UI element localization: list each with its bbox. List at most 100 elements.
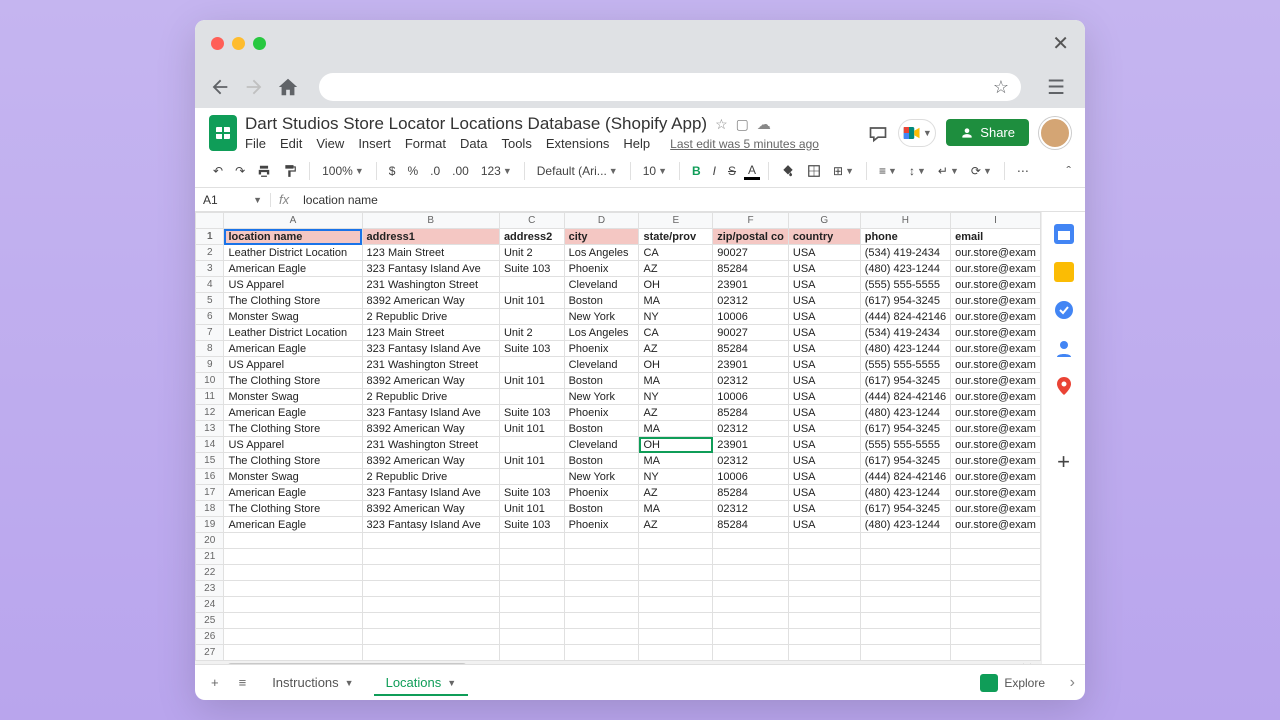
cell[interactable]: 2 Republic Drive <box>362 389 499 405</box>
text-color-icon[interactable]: A <box>744 161 760 180</box>
cell[interactable]: (617) 954-3245 <box>860 453 950 469</box>
cell[interactable]: (534) 419-2434 <box>860 245 950 261</box>
cell[interactable] <box>713 597 789 613</box>
cell[interactable] <box>788 613 860 629</box>
row-header[interactable]: 3 <box>196 261 224 277</box>
cell[interactable] <box>362 565 499 581</box>
italic-icon[interactable]: I <box>709 162 720 180</box>
cell[interactable]: 231 Washington Street <box>362 357 499 373</box>
cell[interactable]: USA <box>788 485 860 501</box>
row-header[interactable]: 18 <box>196 501 224 517</box>
cell[interactable]: American Eagle <box>224 517 362 533</box>
cell[interactable]: (617) 954-3245 <box>860 501 950 517</box>
col-header-C[interactable]: C <box>499 213 564 229</box>
row-header[interactable]: 5 <box>196 293 224 309</box>
share-button[interactable]: Share <box>946 119 1029 146</box>
cell[interactable]: our.store@exam <box>951 453 1041 469</box>
cell[interactable]: 123 Main Street <box>362 325 499 341</box>
row-header[interactable]: 27 <box>196 645 224 661</box>
cell[interactable]: Boston <box>564 421 639 437</box>
row-header[interactable]: 7 <box>196 325 224 341</box>
cell[interactable]: Los Angeles <box>564 245 639 261</box>
side-panel-toggle-icon[interactable]: › <box>1070 674 1075 692</box>
cell[interactable]: OH <box>639 277 713 293</box>
cell[interactable] <box>564 533 639 549</box>
window-max-dot[interactable] <box>253 37 266 50</box>
cloud-status-icon[interactable]: ☁ <box>757 116 771 133</box>
cell[interactable]: US Apparel <box>224 357 362 373</box>
bold-icon[interactable]: B <box>688 162 705 180</box>
bookmark-star-icon[interactable]: ☆ <box>993 77 1009 98</box>
sheets-logo-icon[interactable] <box>209 115 237 151</box>
cell[interactable] <box>499 581 564 597</box>
cell[interactable] <box>499 469 564 485</box>
row-header[interactable]: 26 <box>196 629 224 645</box>
col-header-F[interactable]: F <box>713 213 789 229</box>
col-header-D[interactable]: D <box>564 213 639 229</box>
halign-icon[interactable]: ≡▼ <box>875 162 901 180</box>
cell[interactable] <box>224 629 362 645</box>
cell[interactable] <box>224 581 362 597</box>
cell[interactable]: address1 <box>362 229 499 245</box>
cell[interactable]: our.store@exam <box>951 277 1041 293</box>
cell[interactable]: The Clothing Store <box>224 373 362 389</box>
cell[interactable] <box>564 597 639 613</box>
cell[interactable] <box>499 565 564 581</box>
cell[interactable]: (444) 824-42146 <box>860 389 950 405</box>
cell[interactable] <box>788 581 860 597</box>
cell[interactable]: 85284 <box>713 341 789 357</box>
document-title[interactable]: Dart Studios Store Locator Locations Dat… <box>245 114 707 134</box>
cell[interactable]: 85284 <box>713 485 789 501</box>
cell[interactable] <box>499 613 564 629</box>
row-header[interactable]: 15 <box>196 453 224 469</box>
font-size[interactable]: 10 ▼ <box>639 162 671 180</box>
cell[interactable] <box>713 645 789 661</box>
cell[interactable]: Unit 101 <box>499 501 564 517</box>
cell[interactable]: Suite 103 <box>499 341 564 357</box>
row-header[interactable]: 24 <box>196 597 224 613</box>
cell[interactable]: AZ <box>639 405 713 421</box>
decrease-decimal-icon[interactable]: .0 <box>426 162 444 180</box>
cell[interactable] <box>788 565 860 581</box>
cell[interactable]: Unit 101 <box>499 293 564 309</box>
cell[interactable]: 10006 <box>713 309 789 325</box>
cell[interactable]: 02312 <box>713 421 789 437</box>
cell[interactable]: Unit 101 <box>499 421 564 437</box>
cell[interactable] <box>564 549 639 565</box>
cell[interactable] <box>788 645 860 661</box>
cell[interactable] <box>639 533 713 549</box>
cell[interactable] <box>713 613 789 629</box>
cell[interactable] <box>564 613 639 629</box>
row-header[interactable]: 2 <box>196 245 224 261</box>
meet-button[interactable]: ▼ <box>898 119 936 147</box>
cell[interactable] <box>499 533 564 549</box>
cell[interactable]: The Clothing Store <box>224 293 362 309</box>
cell[interactable] <box>564 645 639 661</box>
redo-icon[interactable]: ↷ <box>231 162 249 180</box>
window-close-dot[interactable] <box>211 37 224 50</box>
cell[interactable]: CA <box>639 245 713 261</box>
keep-icon[interactable] <box>1054 262 1074 282</box>
cell[interactable]: our.store@exam <box>951 389 1041 405</box>
cell[interactable]: our.store@exam <box>951 341 1041 357</box>
cell[interactable]: 02312 <box>713 293 789 309</box>
cell[interactable]: Boston <box>564 373 639 389</box>
cell[interactable]: (480) 423-1244 <box>860 261 950 277</box>
row-header[interactable]: 25 <box>196 613 224 629</box>
cell[interactable]: USA <box>788 325 860 341</box>
cell[interactable]: 2 Republic Drive <box>362 469 499 485</box>
cell[interactable]: Unit 2 <box>499 245 564 261</box>
cell[interactable]: USA <box>788 373 860 389</box>
cell[interactable]: our.store@exam <box>951 293 1041 309</box>
cell[interactable] <box>860 533 950 549</box>
cell[interactable]: AZ <box>639 261 713 277</box>
cell[interactable]: MA <box>639 373 713 389</box>
cell[interactable]: address2 <box>499 229 564 245</box>
cell[interactable]: The Clothing Store <box>224 421 362 437</box>
cell[interactable] <box>951 597 1041 613</box>
cell[interactable]: (480) 423-1244 <box>860 405 950 421</box>
cell[interactable]: (555) 555-5555 <box>860 277 950 293</box>
cell[interactable]: US Apparel <box>224 437 362 453</box>
cell[interactable] <box>788 597 860 613</box>
cell[interactable]: 8392 American Way <box>362 373 499 389</box>
